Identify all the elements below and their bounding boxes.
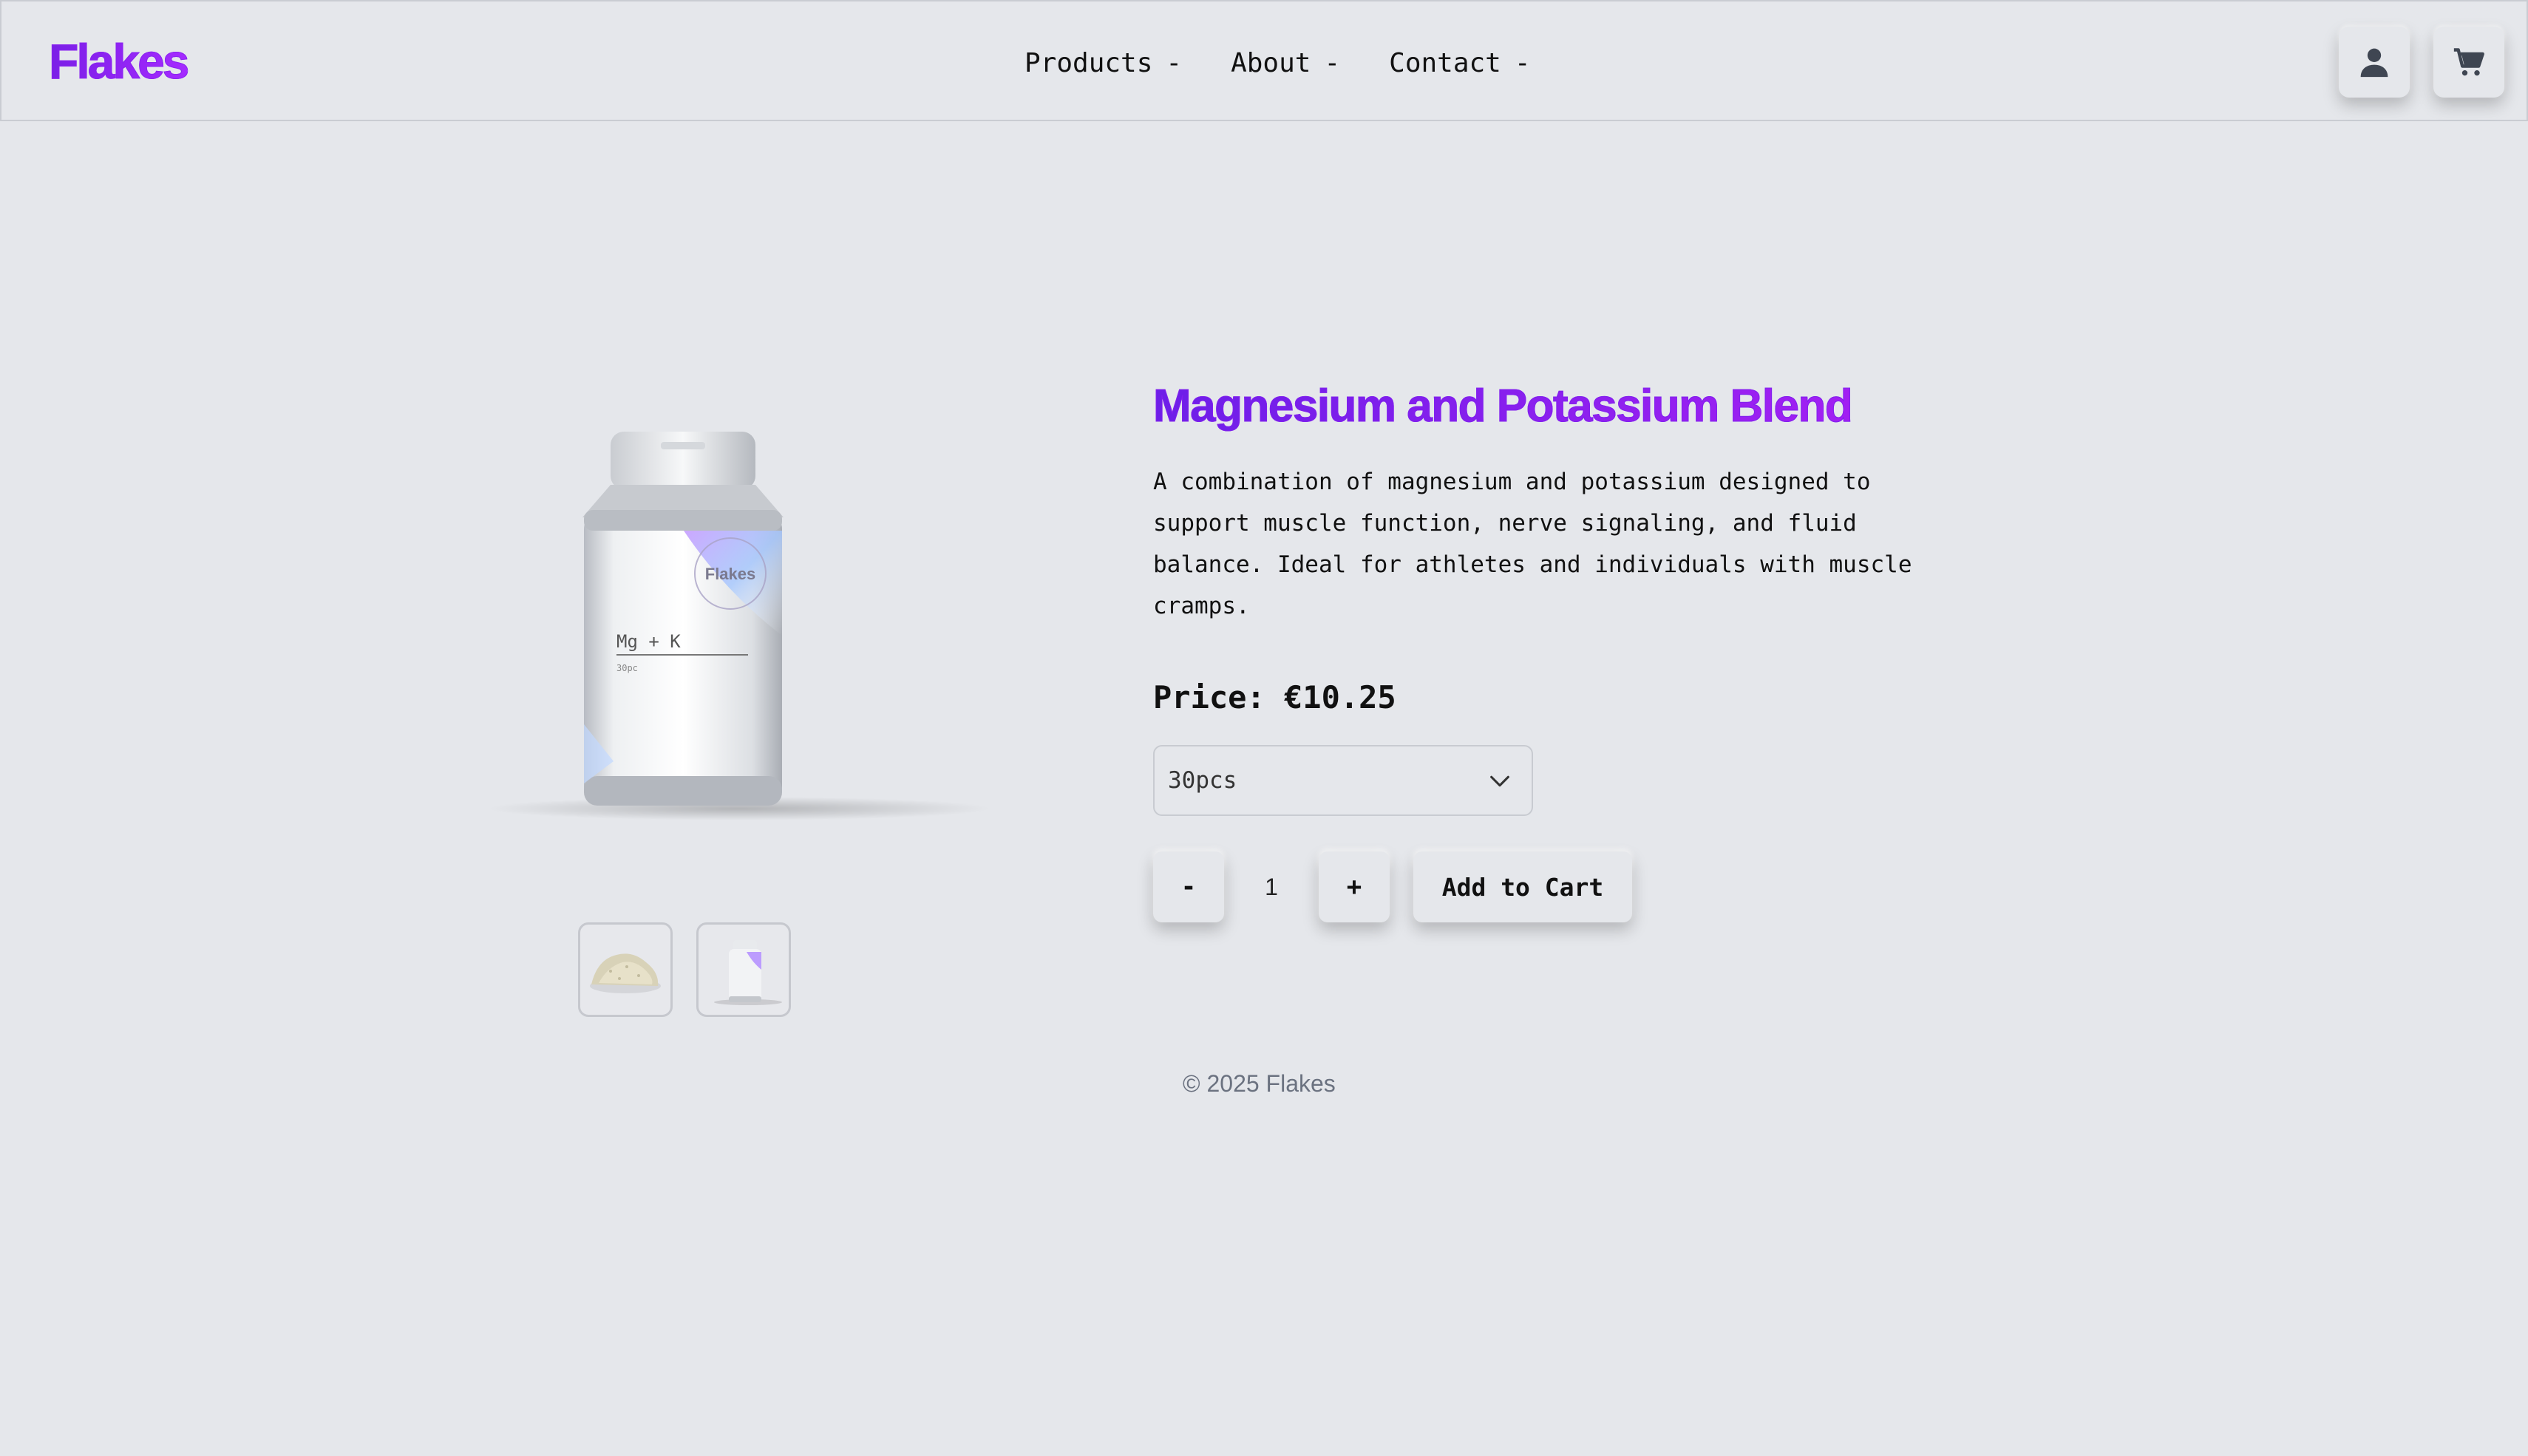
svg-text:30pc: 30pc [616, 663, 638, 673]
dropdown-marker: - [1514, 48, 1531, 78]
product-main-image: Flakes Mg + K 30pc [473, 414, 1005, 828]
thumbnail-list [578, 922, 791, 1017]
product-price: Price: €10.25 [1153, 679, 1396, 715]
account-button[interactable] [2339, 27, 2410, 98]
dropdown-marker: - [1166, 48, 1183, 78]
nav-products[interactable]: Products - [1025, 43, 1182, 84]
nav-contact[interactable]: Contact - [1389, 43, 1530, 84]
product-title: Magnesium and Potassium Blend [1153, 375, 2040, 438]
nav-about[interactable]: About - [1231, 43, 1340, 84]
decrease-quantity-button[interactable]: - [1153, 851, 1224, 922]
quantity-value[interactable]: 1 [1224, 851, 1319, 922]
logo[interactable]: Flakes [48, 28, 189, 95]
footer-copyright: © 2025 Flakes [1183, 1070, 1336, 1097]
site-header: Flakes Products - About - Contact - [0, 0, 2528, 121]
chevron-down-icon [1490, 775, 1509, 787]
thumbnail-powder[interactable] [578, 922, 673, 1017]
nav-about-label: About [1231, 48, 1311, 78]
product-description: A combination of magnesium and potassium… [1153, 469, 1912, 619]
cart-icon [2453, 48, 2484, 76]
dropdown-marker: - [1324, 48, 1341, 78]
nav-contact-label: Contact [1389, 48, 1501, 78]
variant-select[interactable]: 30pcs [1153, 745, 1533, 816]
variant-select-value: 30pcs [1168, 767, 1237, 794]
add-to-cart-button[interactable]: Add to Cart [1413, 851, 1632, 922]
svg-text:Mg + K: Mg + K [616, 631, 681, 652]
increase-quantity-button[interactable]: + [1319, 851, 1390, 922]
cart-button[interactable] [2433, 27, 2504, 98]
thumbnail-jar[interactable] [696, 922, 791, 1017]
user-icon [2360, 48, 2388, 78]
svg-text:Flakes: Flakes [705, 565, 756, 583]
main-nav: Products - About - Contact - [1025, 43, 1531, 84]
nav-products-label: Products [1025, 48, 1153, 78]
